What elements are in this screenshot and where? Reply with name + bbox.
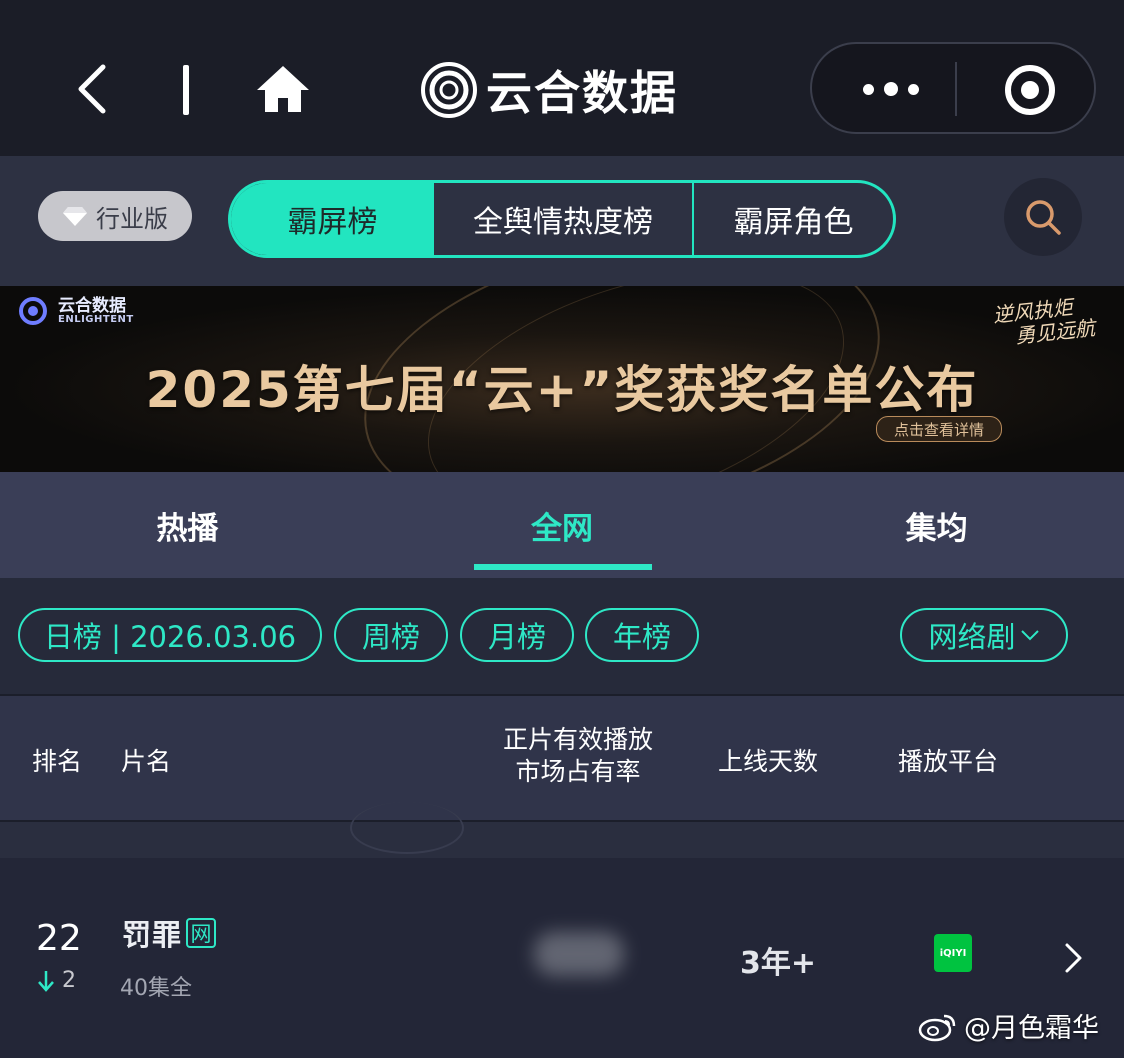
header-market-share-line: 正片有效播放 bbox=[502, 725, 653, 754]
chevron-right-icon bbox=[1065, 943, 1082, 973]
tab-label: 集均 bbox=[905, 510, 968, 547]
nav-separator bbox=[182, 64, 190, 116]
more-button[interactable] bbox=[846, 64, 936, 114]
edition-label: 行业版 bbox=[96, 204, 168, 233]
content-type-value: 网络剧 bbox=[928, 620, 1016, 654]
diamond-icon bbox=[63, 207, 87, 226]
network-drama-badge: 网 bbox=[186, 918, 217, 948]
tab-label: 全网 bbox=[530, 510, 593, 547]
more-dot bbox=[884, 82, 898, 96]
row-gap bbox=[0, 802, 1124, 858]
chevron-down-icon bbox=[1020, 630, 1039, 641]
filter-weekly[interactable]: 周榜 bbox=[334, 608, 448, 662]
tab-all-network[interactable]: 全网 bbox=[375, 472, 750, 578]
enlightent-logo-icon bbox=[19, 297, 47, 325]
mini-program-capsule bbox=[810, 42, 1096, 134]
target-circle-icon bbox=[1005, 65, 1055, 115]
capsule-divider bbox=[955, 62, 957, 116]
promo-banner[interactable]: 云合数据 ENLIGHTENT 2025第七届“云+”奖获奖名单公布 点击查看详… bbox=[0, 286, 1124, 472]
banner-logo: 云合数据 ENLIGHTENT bbox=[18, 296, 134, 326]
search-icon bbox=[1026, 200, 1061, 235]
show-title: 罚罪 网 bbox=[122, 912, 217, 954]
rank-change-value: 2 bbox=[62, 968, 76, 993]
show-title-text: 罚罪 bbox=[122, 918, 183, 952]
row-rank: 22 bbox=[36, 918, 82, 959]
tab-label: 热播 bbox=[156, 510, 219, 547]
filter-yearly[interactable]: 年榜 bbox=[585, 608, 699, 662]
header-rank: 排名 bbox=[32, 747, 83, 776]
row-detail-chevron[interactable] bbox=[1058, 940, 1088, 976]
filter-monthly[interactable]: 月榜 bbox=[460, 608, 574, 662]
rank-change: 2 bbox=[36, 968, 76, 993]
banner-detail-button[interactable]: 点击查看详情 bbox=[876, 416, 1002, 442]
segment-public-opinion[interactable]: 全舆情热度榜 bbox=[434, 183, 694, 255]
episode-count: 40集全 bbox=[120, 976, 192, 1001]
brand-logo-icon bbox=[421, 62, 477, 118]
tab-episode-average[interactable]: 集均 bbox=[749, 472, 1124, 578]
header-days-online: 上线天数 bbox=[718, 747, 819, 776]
tab-hot[interactable]: 热播 bbox=[0, 472, 375, 578]
home-button[interactable] bbox=[252, 58, 314, 120]
segment-dominant-roles[interactable]: 霸屏角色 bbox=[694, 183, 893, 255]
segment-screen-dominance[interactable]: 霸屏榜 bbox=[231, 183, 434, 255]
ranking-segmented-control: 霸屏榜 全舆情热度榜 霸屏角色 bbox=[228, 180, 896, 258]
days-online: 3年+ bbox=[740, 946, 817, 981]
chevron-left-icon bbox=[78, 64, 106, 114]
banner-logo-cn: 云合数据 bbox=[58, 295, 126, 316]
content-type-dropdown[interactable]: 网络剧 bbox=[900, 608, 1068, 662]
weibo-icon bbox=[918, 1014, 956, 1041]
category-tabs: 热播 全网 集均 bbox=[0, 472, 1124, 578]
banner-logo-en: ENLIGHTENT bbox=[58, 313, 134, 325]
header-platform: 播放平台 bbox=[898, 747, 999, 776]
brand-title: 云合数据 bbox=[486, 66, 678, 120]
header-market-share-line: 市场占有率 bbox=[515, 757, 641, 786]
home-icon bbox=[257, 66, 309, 112]
header-title: 片名 bbox=[121, 747, 172, 776]
filter-daily[interactable]: 日榜 | 2026.03.06 bbox=[18, 608, 322, 662]
header-market-share[interactable]: 正片有效播放 市场占有率 bbox=[478, 724, 678, 788]
market-share-blurred bbox=[534, 932, 624, 976]
ranking-switch-row: 行业版 霸屏榜 全舆情热度榜 霸屏角色 bbox=[0, 156, 1124, 286]
table-header: 排名 片名 正片有效播放 市场占有率 上线天数 播放平台 bbox=[0, 694, 1124, 822]
active-tab-underline bbox=[473, 564, 652, 570]
iqiyi-logo-icon: iQIYI bbox=[934, 934, 972, 972]
arrow-down-icon bbox=[38, 970, 54, 992]
watermark-text: @月色霜华 bbox=[964, 1013, 1099, 1044]
weibo-watermark: @月色霜华 bbox=[918, 1006, 1099, 1045]
period-filter-row: 日榜 | 2026.03.06 周榜 月榜 年榜 网络剧 bbox=[0, 578, 1124, 694]
back-button[interactable] bbox=[60, 55, 124, 123]
brand: 云合数据 bbox=[420, 54, 678, 126]
edition-badge[interactable]: 行业版 bbox=[38, 191, 192, 241]
banner-headline: 2025第七届“云+”奖获奖名单公布 bbox=[145, 361, 979, 419]
app-top-bar: 云合数据 bbox=[0, 0, 1124, 156]
decorative-arc bbox=[350, 802, 464, 854]
more-dot bbox=[908, 83, 919, 95]
banner-slogan: 逆风执炬 勇见远航 bbox=[992, 292, 1116, 350]
search-button[interactable] bbox=[1004, 178, 1082, 256]
close-mini-program-button[interactable] bbox=[1002, 62, 1058, 118]
more-dots-icon bbox=[863, 83, 874, 95]
